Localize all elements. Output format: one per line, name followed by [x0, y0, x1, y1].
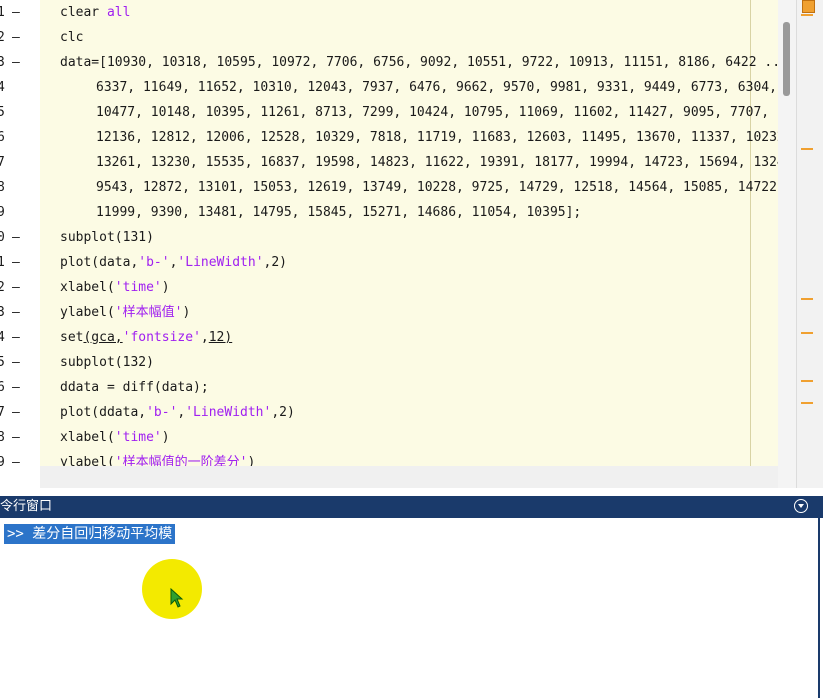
warning-marker[interactable] — [801, 14, 813, 16]
code-line[interactable]: 9543, 12872, 13101, 15053, 12619, 13749,… — [96, 175, 778, 200]
command-window-title: 令行窗口 — [0, 499, 53, 514]
code-line[interactable]: ylabel('样本幅值') — [60, 300, 190, 325]
warning-indicator-icon[interactable] — [802, 0, 815, 13]
line-number: 9 — [0, 205, 5, 220]
line-number: 5 — [0, 105, 5, 120]
line-number: 8— — [0, 430, 20, 445]
warning-marker[interactable] — [801, 402, 813, 404]
line-number: 8 — [0, 180, 5, 195]
code-line[interactable]: clear all — [60, 0, 130, 25]
line-number: 6— — [0, 380, 20, 395]
line-number: 7— — [0, 405, 20, 420]
command-input-line[interactable]: >> 差分自回归移动平均模 — [4, 524, 176, 544]
line-number: 1— — [0, 5, 20, 20]
code-line[interactable]: xlabel('time') — [60, 275, 170, 300]
line-number: 2— — [0, 30, 20, 45]
code-line[interactable]: data=[10930, 10318, 10595, 10972, 7706, … — [60, 50, 778, 75]
warning-marker[interactable] — [801, 148, 813, 150]
line-number: 5— — [0, 355, 20, 370]
code-text-area[interactable]: clear all clc data=[10930, 10318, 10595,… — [40, 0, 778, 466]
code-analyzer-bar — [796, 0, 823, 488]
line-number: 9— — [0, 455, 20, 470]
scrollbar-thumb[interactable] — [783, 22, 790, 96]
line-number: 6 — [0, 130, 5, 145]
warning-marker[interactable] — [801, 332, 813, 334]
warning-marker[interactable] — [801, 298, 813, 300]
command-window-header: 令行窗口 — [0, 496, 823, 518]
code-line[interactable]: 10477, 10148, 10395, 11261, 8713, 7299, … — [96, 100, 778, 125]
code-editor[interactable]: 1— 2— 3— 4 5 6 7 8 9 0— 1— 2— 3— 4— 5— 6… — [0, 0, 823, 488]
code-line[interactable]: ddata = diff(data); — [60, 375, 209, 400]
warning-marker[interactable] — [801, 380, 813, 382]
code-line[interactable]: subplot(132) — [60, 350, 154, 375]
line-number: 7 — [0, 155, 5, 170]
horizontal-scrollbar[interactable] — [40, 466, 778, 488]
code-line[interactable]: xlabel('time') — [60, 425, 170, 450]
code-line[interactable]: subplot(131) — [60, 225, 154, 250]
panel-menu-icon[interactable] — [794, 499, 808, 513]
mouse-pointer-icon — [170, 588, 184, 608]
line-number: 2— — [0, 280, 20, 295]
vertical-scrollbar[interactable] — [778, 0, 796, 488]
line-number-gutter: 1— 2— 3— 4 5 6 7 8 9 0— 1— 2— 3— 4— 5— 6… — [0, 0, 40, 488]
line-number: 4— — [0, 330, 20, 345]
line-number: 3— — [0, 55, 20, 70]
line-number: 4 — [0, 80, 5, 95]
line-number: 1— — [0, 255, 20, 270]
code-line[interactable]: 12136, 12812, 12006, 12528, 10329, 7818,… — [96, 125, 778, 150]
code-line[interactable]: set(gca,'fontsize',12) — [60, 325, 232, 350]
code-line[interactable]: 11999, 9390, 13481, 14795, 15845, 15271,… — [96, 200, 581, 225]
code-line[interactable]: ylabel('样本幅值的一阶差分') — [60, 450, 255, 466]
code-line[interactable]: 6337, 11649, 11652, 10310, 12043, 7937, … — [96, 75, 778, 100]
code-line[interactable]: plot(ddata,'b-','LineWidth',2) — [60, 400, 295, 425]
command-window[interactable]: >> 差分自回归移动平均模 — [0, 518, 820, 698]
code-line[interactable]: clc — [60, 25, 83, 50]
code-line[interactable]: 13261, 13230, 15535, 16837, 19598, 14823… — [96, 150, 778, 175]
line-number: 0— — [0, 230, 20, 245]
code-line[interactable]: plot(data,'b-','LineWidth',2) — [60, 250, 287, 275]
line-number: 3— — [0, 305, 20, 320]
